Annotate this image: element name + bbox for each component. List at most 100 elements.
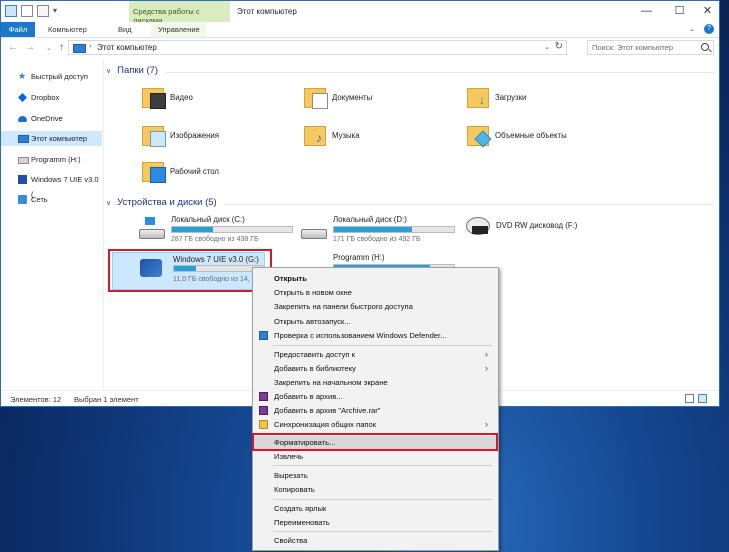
menu-item-create-shortcut[interactable]: Создать ярлык [253, 502, 496, 516]
sidebar-item-network[interactable]: Сеть [1, 192, 102, 207]
menu-item-properties[interactable]: Свойства [253, 534, 496, 548]
address-dropdown-icon[interactable]: ⌄ [544, 43, 550, 51]
windows-drive-icon [139, 217, 165, 239]
menu-item-open-autoplay[interactable]: Открыть автозапуск... [253, 315, 496, 329]
help-icon[interactable]: ? [704, 24, 714, 34]
menu-item-add-to-archive[interactable]: Добавить в архив... [253, 390, 496, 404]
refresh-button[interactable]: ↻ [555, 41, 563, 52]
folder-name: Видео [170, 93, 193, 102]
folder-name: Изображения [170, 131, 220, 140]
drive-usage-fill [172, 227, 214, 232]
customize-toolbar-icon[interactable]: ▾ [53, 6, 57, 16]
folder-desktop[interactable]: Рабочий стол [142, 157, 282, 191]
document-icon[interactable] [37, 5, 49, 17]
menu-item-defender-scan[interactable]: Проверка с использованием Windows Defend… [253, 329, 496, 343]
sidebar-item-label: Programm (H:) [31, 155, 81, 164]
menu-item-label: Вырезать [274, 471, 308, 480]
section-title: Папки (7) [117, 65, 159, 76]
up-button[interactable]: ↑ [59, 42, 64, 53]
sidebar-item-label: Этот компьютер [31, 134, 88, 143]
properties-icon[interactable] [5, 5, 17, 17]
new-folder-icon[interactable] [21, 5, 33, 17]
folder-video[interactable]: Видео [142, 83, 282, 117]
menu-item-cut[interactable]: Вырезать [253, 469, 496, 483]
drive-usage-bar [333, 226, 455, 233]
back-button[interactable]: ← [8, 42, 18, 53]
menu-item-pin-start[interactable]: Закрепить на начальном экране [253, 376, 496, 390]
drive-usage-fill [334, 227, 413, 232]
drive-icon [18, 157, 29, 164]
tab-computer[interactable]: Компьютер [41, 22, 94, 37]
breadcrumb[interactable]: Этот компьютер [97, 43, 157, 52]
menu-separator [273, 531, 492, 532]
sidebar-item-programm-h[interactable]: Programm (H:) [1, 152, 102, 167]
drive-d[interactable]: Локальный диск (D:) 171 ГБ свободно из 4… [301, 215, 461, 245]
sidebar-item-windows-g[interactable]: Windows 7 UIE v3.0 ( [1, 172, 102, 199]
menu-item-eject[interactable]: Извлечь [253, 450, 496, 464]
sidebar-item-onedrive[interactable]: OneDrive [1, 111, 102, 126]
tab-manage[interactable]: Управление [151, 22, 207, 37]
sidebar-item-label: OneDrive [31, 114, 63, 123]
menu-item-label: Копировать [274, 485, 315, 494]
menu-item-give-access[interactable]: Предоставить доступ к › [253, 348, 496, 362]
menu-item-label: Предоставить доступ к [274, 350, 355, 359]
highlight-box-drive [108, 249, 272, 292]
hard-drive-icon [301, 219, 327, 239]
folder-documents[interactable]: Документы [304, 83, 444, 117]
collapse-icon[interactable]: ∨ [106, 68, 111, 75]
sidebar-item-quick-access[interactable]: ★ Быстрый доступ [1, 69, 102, 84]
folder-name: Музыка [332, 131, 360, 140]
video-folder-icon [142, 83, 166, 111]
music-folder-icon: ♪ [304, 121, 328, 149]
tab-view[interactable]: Вид [111, 22, 139, 37]
address-bar[interactable]: › Этот компьютер ⌄ ↻ [68, 40, 567, 55]
folder-pictures[interactable]: Изображения [142, 121, 282, 155]
sidebar-item-dropbox[interactable]: Dropbox [1, 90, 102, 105]
submenu-arrow-icon: › [485, 419, 488, 429]
collapse-icon[interactable]: ∨ [106, 200, 111, 207]
menu-item-pin-quick-access[interactable]: Закрепить на панели быстрого доступа [253, 300, 496, 314]
search-placeholder: Поиск: Этот компьютер [592, 43, 674, 52]
folder-3d-objects[interactable]: Объемные объекты [467, 121, 627, 155]
menu-item-label: Добавить в архив "Archive.rar" [274, 406, 381, 415]
large-icons-view-icon[interactable] [698, 394, 707, 403]
folders-section-header[interactable]: ∨ Папки (7) [106, 65, 158, 76]
close-button[interactable]: ✕ [691, 1, 724, 22]
folder-name: Объемные объекты [495, 131, 567, 140]
folder-downloads[interactable]: ↓ Загрузки [467, 83, 607, 117]
search-input[interactable]: Поиск: Этот компьютер [587, 40, 714, 55]
menu-item-label: Создать ярлык [274, 504, 327, 513]
menu-item-label: Открыть автозапуск... [274, 317, 351, 326]
context-tab-group: Средства работы с дисками [129, 1, 230, 25]
tab-file[interactable]: Файл [1, 22, 35, 37]
menu-item-rename[interactable]: Переименовать [253, 516, 496, 530]
computer-icon [18, 135, 29, 143]
minimize-button[interactable]: — [630, 1, 663, 22]
menu-item-open[interactable]: Открыть [253, 272, 496, 286]
search-icon[interactable] [701, 43, 709, 51]
menu-item-add-to-library[interactable]: Добавить в библиотеку › [253, 362, 496, 376]
drive-f[interactable]: DVD RW дисковод (F:) [464, 215, 624, 245]
expand-ribbon-icon[interactable]: ⌄ [689, 25, 695, 33]
menu-item-open-new-window[interactable]: Открыть в новом окне [253, 286, 496, 300]
drive-c[interactable]: Локальный диск (C:) 287 ГБ свободно из 4… [139, 215, 299, 245]
drive-name: Programm (H:) [333, 253, 385, 262]
folder-name: Документы [332, 93, 373, 102]
drives-section-header[interactable]: ∨ Устройства и диски (5) [106, 197, 217, 208]
sidebar-item-this-pc[interactable]: Этот компьютер [1, 131, 102, 146]
menu-item-sync-folders[interactable]: Синхронизация общих папок › [253, 418, 496, 432]
menu-separator [273, 465, 492, 466]
forward-button[interactable]: → [25, 42, 35, 53]
winrar-icon [259, 406, 268, 415]
folder-music[interactable]: ♪ Музыка [304, 121, 444, 155]
breadcrumb-separator[interactable]: › [89, 43, 91, 50]
folder-name: Рабочий стол [170, 167, 219, 176]
details-view-icon[interactable] [685, 394, 694, 403]
submenu-arrow-icon: › [485, 363, 488, 373]
menu-item-label: Синхронизация общих папок [274, 420, 377, 429]
dvd-drive-icon [464, 217, 490, 235]
recent-locations-button[interactable]: ⌄ [46, 44, 52, 52]
menu-item-copy[interactable]: Копировать [253, 483, 496, 497]
menu-item-add-to-archive-rar[interactable]: Добавить в архив "Archive.rar" [253, 404, 496, 418]
selection-count: Выбран 1 элемент [74, 395, 139, 404]
